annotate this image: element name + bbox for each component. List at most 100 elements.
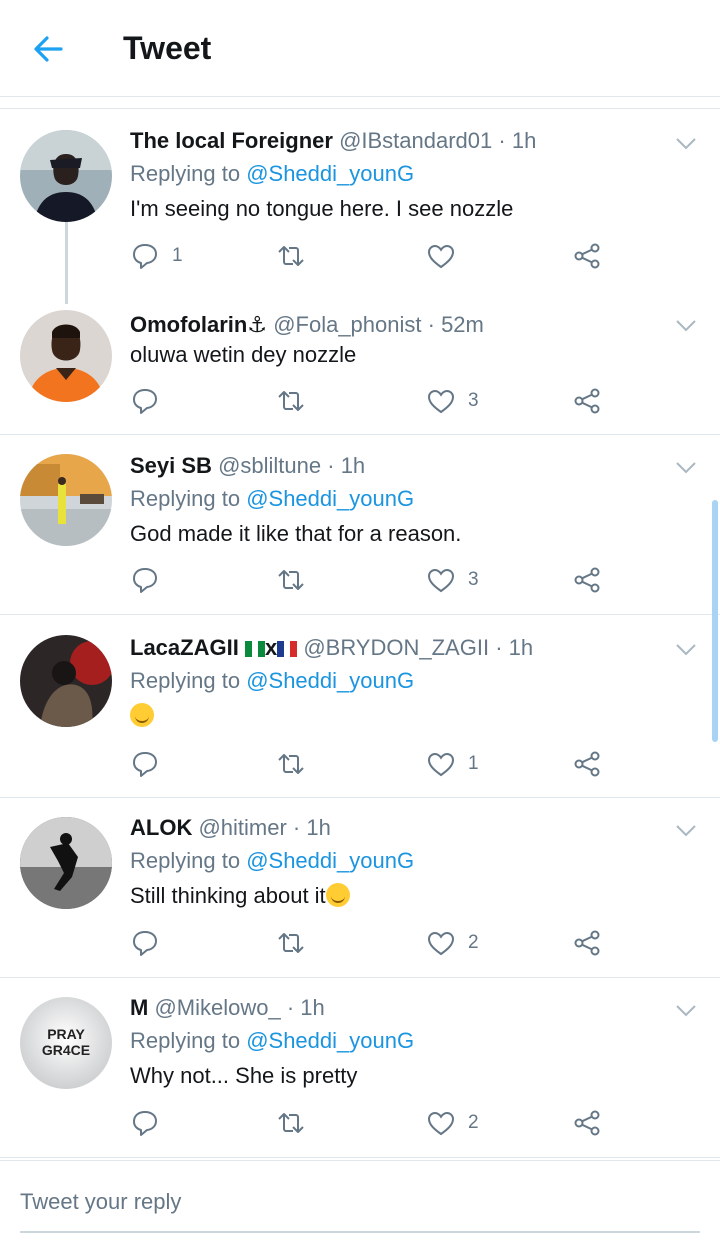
share-button[interactable] (572, 925, 602, 961)
divider (0, 108, 720, 109)
chevron-down-icon[interactable] (674, 136, 698, 152)
author-name[interactable]: Omofolarin⚓ (130, 312, 267, 337)
heart-icon (427, 389, 455, 414)
reply-icon (133, 389, 157, 414)
avatar-text-bottom: GR4CE (42, 1042, 90, 1058)
reply-mention-link[interactable]: @Sheddi_younG (246, 161, 414, 186)
reply-composer: Tweet your reply (0, 1160, 720, 1241)
author-handle: @hitimer (198, 815, 287, 840)
reply-icon (133, 752, 157, 777)
reply-input[interactable]: Tweet your reply (20, 1189, 700, 1233)
author-name[interactable]: ALOK (130, 815, 192, 840)
tweet-item[interactable]: Omofolarin⚓ @Fola_phonist · 52m oluwa we… (0, 282, 720, 435)
laughing-emoji-icon (130, 703, 154, 727)
tweet-item[interactable]: The local Foreigner @IBstandard01 · 1h R… (0, 110, 720, 304)
author-name[interactable]: M (130, 995, 148, 1020)
retweet-icon (278, 933, 304, 953)
timestamp: · 1h (498, 128, 537, 153)
page-title: Tweet (123, 30, 212, 66)
timestamp: · 1h (292, 815, 331, 840)
reply-button[interactable] (130, 1105, 172, 1141)
share-button[interactable] (572, 383, 602, 419)
like-count: 2 (468, 1112, 479, 1133)
reply-icon (133, 568, 157, 593)
retweet-icon (278, 391, 304, 411)
retweet-button[interactable] (276, 1105, 318, 1141)
avatar[interactable] (20, 310, 112, 402)
tweet-item[interactable]: Seyi SB @sbliltune · 1h Replying to @She… (0, 435, 720, 615)
tweet-item[interactable]: LacaZAGII x @BRYDON_ZAGII · 1h Replying … (0, 615, 720, 798)
tweet-item[interactable]: ALOK @hitimer · 1h Replying to @Sheddi_y… (0, 798, 720, 978)
timestamp: · 1h (495, 635, 534, 660)
avatar[interactable] (20, 454, 112, 546)
reply-mention-link[interactable]: @Sheddi_younG (246, 486, 414, 511)
share-button[interactable] (572, 238, 602, 274)
avatar[interactable] (20, 817, 112, 909)
avatar[interactable]: PRAY GR4CE (20, 997, 112, 1089)
share-icon (574, 930, 600, 956)
heart-icon (427, 931, 455, 956)
avatar[interactable] (20, 635, 112, 727)
retweet-icon (278, 1113, 304, 1133)
author-handle: @Fola_phonist (273, 312, 422, 337)
timestamp: · 52m (427, 312, 484, 337)
reply-mention-link[interactable]: @Sheddi_younG (246, 668, 414, 693)
like-button[interactable]: 2 (426, 925, 479, 961)
tweet-text: oluwa wetin dey nozzle (130, 342, 357, 367)
replying-to: Replying to @Sheddi_younG (130, 848, 415, 873)
replying-to: Replying to @Sheddi_younG (130, 161, 415, 186)
author-handle: @sbliltune (218, 453, 322, 478)
timestamp: · 1h (286, 995, 325, 1020)
retweet-button[interactable] (276, 925, 318, 961)
share-button[interactable] (572, 562, 602, 598)
smirk-emoji-icon (325, 883, 350, 907)
share-icon (574, 751, 600, 777)
retweet-button[interactable] (276, 746, 318, 782)
reply-mention-link[interactable]: @Sheddi_younG (246, 848, 414, 873)
chevron-down-icon[interactable] (674, 460, 698, 476)
heart-icon (427, 1111, 455, 1136)
tweet-item[interactable]: PRAY GR4CE M @Mikelowo_ · 1h Replying to… (0, 978, 720, 1158)
like-button[interactable]: 2 (426, 1105, 479, 1141)
share-button[interactable] (572, 1105, 602, 1141)
arrow-left-icon[interactable] (30, 31, 66, 67)
reply-icon (133, 931, 157, 956)
like-count: 3 (468, 569, 479, 590)
tweet-text: Still thinking about it (130, 883, 350, 909)
chevron-down-icon[interactable] (674, 318, 698, 334)
scrollbar[interactable] (712, 500, 718, 742)
chevron-down-icon[interactable] (674, 823, 698, 839)
author-handle: @BRYDON_ZAGII (303, 635, 490, 660)
reply-button[interactable] (130, 383, 172, 419)
author-name[interactable]: The local Foreigner (130, 128, 333, 153)
retweet-button[interactable] (276, 383, 318, 419)
france-flag-icon (277, 637, 298, 657)
share-button[interactable] (572, 746, 602, 782)
author-name[interactable]: Seyi SB (130, 453, 212, 478)
like-button[interactable] (426, 238, 468, 274)
reply-button[interactable] (130, 746, 172, 782)
tweet-text: God made it like that for a reason. (130, 521, 462, 546)
avatar[interactable] (20, 130, 112, 222)
retweet-icon (278, 246, 304, 266)
replying-to: Replying to @Sheddi_younG (130, 486, 415, 511)
retweet-icon (278, 754, 304, 774)
reply-mention-link[interactable]: @Sheddi_younG (246, 1028, 414, 1053)
reply-button[interactable] (130, 562, 172, 598)
reply-button[interactable]: 1 (130, 238, 183, 274)
author-name[interactable]: LacaZAGII (130, 635, 239, 660)
like-button[interactable]: 1 (426, 746, 479, 782)
reply-icon (133, 1111, 157, 1136)
heart-icon (427, 568, 455, 593)
like-button[interactable]: 3 (426, 383, 479, 419)
retweet-button[interactable] (276, 562, 318, 598)
retweet-button[interactable] (276, 238, 318, 274)
like-button[interactable]: 3 (426, 562, 479, 598)
tweet-text: Why not... She is pretty (130, 1063, 358, 1088)
nigeria-flag-icon (244, 637, 265, 657)
reply-button[interactable] (130, 925, 172, 961)
like-count: 1 (468, 753, 479, 774)
like-count: 2 (468, 932, 479, 953)
chevron-down-icon[interactable] (674, 1003, 698, 1019)
chevron-down-icon[interactable] (674, 642, 698, 658)
